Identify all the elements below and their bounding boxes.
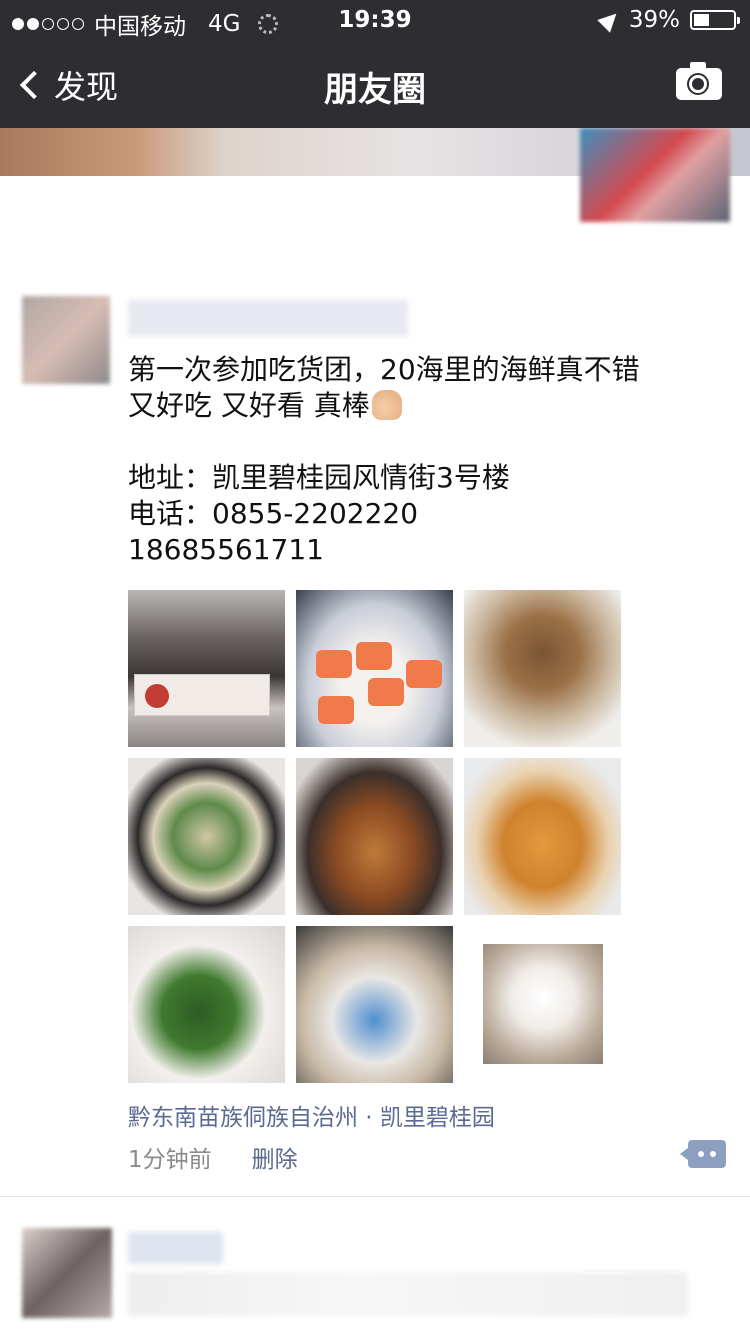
photo-group-banner[interactable] [128, 590, 285, 747]
banner-logo [145, 684, 169, 708]
next-post-author-name[interactable] [128, 1232, 223, 1264]
salmon-slice [316, 650, 352, 678]
photo-tureen[interactable] [464, 926, 621, 1083]
post-meta: 1分钟前 删除 [128, 1140, 298, 1174]
salmon-slice [406, 660, 442, 688]
my-avatar[interactable] [580, 128, 730, 222]
post-text-line: 地址：凯里碧桂园风情街3号楼 [128, 461, 510, 494]
camera-lens [689, 75, 707, 93]
battery-percent: 39% [628, 7, 680, 33]
post-text-fragment: 又好吃 又好看 真棒 [128, 389, 370, 422]
post-divider [0, 1196, 750, 1197]
status-right: 39% [597, 7, 740, 33]
camera-icon[interactable] [676, 62, 722, 100]
status-bar: 中国移动 4G 19:39 39% [0, 0, 750, 40]
navigation-bar: 发现 朋友圈 [0, 40, 750, 128]
comment-dot [710, 1151, 716, 1157]
delete-button[interactable]: 删除 [252, 1140, 298, 1174]
post-text-line: 又好吃 又好看 真棒 [128, 388, 728, 424]
photo-fried-dish[interactable] [464, 758, 621, 915]
page-title: 朋友圈 [324, 70, 426, 110]
photo-greens[interactable] [128, 926, 285, 1083]
post-text-line [128, 424, 728, 460]
salmon-slice [356, 642, 392, 670]
tureen-image [483, 944, 603, 1064]
photo-soup-pot[interactable] [128, 758, 285, 915]
photo-grid [128, 590, 621, 1083]
post-text-line: 第一次参加吃货团，20海里的海鲜真不错 [128, 353, 640, 386]
thumbs-up-icon [371, 390, 402, 420]
battery-fill [694, 14, 709, 26]
next-post-avatar[interactable] [22, 1228, 112, 1318]
post-text-line: 电话：0855-2202220 [128, 497, 419, 530]
next-post-text [128, 1272, 688, 1316]
post-location[interactable]: 黔东南苗族侗族自治州 · 凯里碧桂园 [128, 1098, 495, 1132]
salmon-slice [368, 678, 404, 706]
salmon-slice [318, 696, 354, 724]
photo-braised-fish[interactable] [296, 758, 453, 915]
photo-seafood-plate[interactable] [464, 590, 621, 747]
post-author-name[interactable] [128, 300, 408, 336]
photo-sashimi[interactable] [296, 590, 453, 747]
location-arrow-icon [597, 7, 623, 33]
post-author-avatar[interactable] [22, 296, 110, 384]
post-text: 第一次参加吃货团，20海里的海鲜真不错 又好吃 又好看 真棒 地址：凯里碧桂园风… [128, 352, 728, 568]
photo-table-spread[interactable] [296, 926, 453, 1083]
banner-shape [134, 674, 270, 716]
comment-icon[interactable] [680, 1140, 726, 1168]
post-time: 1分钟前 [128, 1147, 212, 1173]
battery-icon [690, 10, 740, 30]
post-text-line: 18685561711 [128, 533, 324, 566]
comment-dot [698, 1151, 704, 1157]
top-bar: 中国移动 4G 19:39 39% 发现 朋友圈 [0, 0, 750, 128]
